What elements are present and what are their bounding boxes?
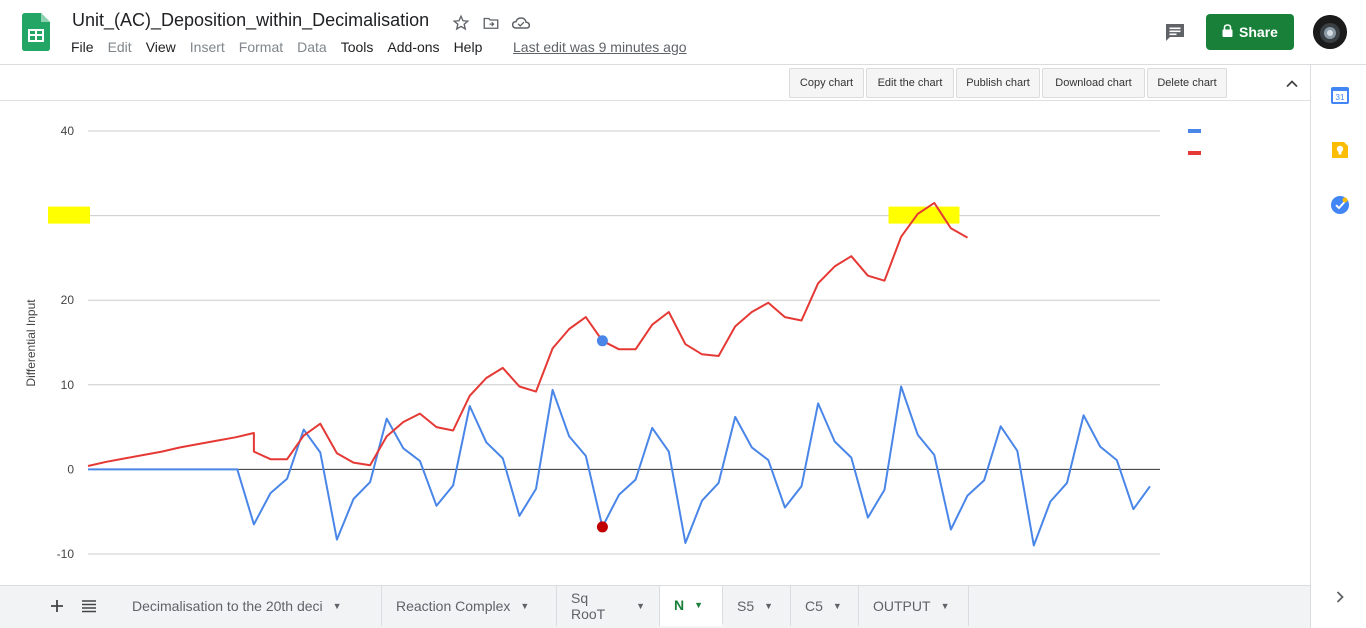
menu-bar: File Edit View Insert Format Data Tools … bbox=[71, 39, 496, 55]
dropdown-arrow-icon[interactable]: ▼ bbox=[520, 601, 529, 611]
comments-icon[interactable] bbox=[1163, 20, 1187, 44]
sheet-tab-label: S5 bbox=[737, 598, 755, 614]
sheet-tab-label: Decimalisation to the 20th deci bbox=[132, 598, 323, 614]
menu-help[interactable]: Help bbox=[454, 39, 483, 55]
menu-file[interactable]: File bbox=[71, 39, 94, 55]
chart-toolbar: Copy chart Edit the chart Publish chart … bbox=[0, 65, 1310, 101]
data-point-marker[interactable] bbox=[596, 335, 608, 347]
y-axis-label: Differential Input bbox=[24, 299, 38, 387]
calendar-icon[interactable]: 31 bbox=[1330, 85, 1350, 105]
menu-format[interactable]: Format bbox=[239, 39, 283, 55]
lock-icon bbox=[1222, 24, 1233, 40]
sheet-tab[interactable]: S5 ▼ bbox=[723, 586, 791, 626]
tick-highlight bbox=[48, 206, 90, 224]
legend-swatch bbox=[1188, 129, 1201, 133]
dropdown-arrow-icon[interactable]: ▼ bbox=[333, 601, 342, 611]
app-header: Unit_(AC)_Deposition_within_Decimalisati… bbox=[0, 0, 1366, 65]
blue-series-line[interactable] bbox=[88, 385, 1151, 547]
dropdown-arrow-icon[interactable]: ▼ bbox=[833, 601, 842, 611]
y-tick-label: -10 bbox=[57, 547, 75, 561]
menu-insert[interactable]: Insert bbox=[190, 39, 225, 55]
last-edit-link[interactable]: Last edit was 9 minutes ago bbox=[513, 39, 687, 55]
menu-add-ons[interactable]: Add-ons bbox=[387, 39, 439, 55]
avatar[interactable] bbox=[1313, 15, 1347, 49]
dropdown-arrow-icon[interactable]: ▼ bbox=[636, 601, 645, 611]
sheet-tab-label: Sq RooT bbox=[571, 590, 606, 622]
edit-chart-button[interactable]: Edit the chart bbox=[866, 68, 954, 98]
sheet-tab[interactable]: Reaction Complex ▼ bbox=[382, 586, 557, 626]
sheet-tab[interactable]: OUTPUT ▼ bbox=[859, 586, 969, 626]
y-tick-label: 10 bbox=[61, 378, 75, 392]
chevron-right-icon[interactable] bbox=[1330, 587, 1350, 607]
sheet-tab-label: Reaction Complex bbox=[396, 598, 511, 614]
side-panel: 31 bbox=[1310, 65, 1366, 628]
copy-chart-button[interactable]: Copy chart bbox=[789, 68, 864, 98]
share-label: Share bbox=[1239, 24, 1278, 40]
legend-swatch bbox=[1188, 151, 1201, 155]
keep-icon[interactable] bbox=[1330, 140, 1350, 160]
dropdown-arrow-icon[interactable]: ▼ bbox=[764, 601, 773, 611]
dropdown-arrow-icon[interactable]: ▼ bbox=[694, 600, 703, 610]
publish-chart-button[interactable]: Publish chart bbox=[956, 68, 1040, 98]
delete-chart-button[interactable]: Delete chart bbox=[1147, 68, 1227, 98]
sheet-tab[interactable]: Decimalisation to the 20th deci ▼ bbox=[118, 586, 382, 626]
sheet-tab-bar: Decimalisation to the 20th deci ▼ Reaction… bbox=[0, 585, 1310, 628]
menu-edit[interactable]: Edit bbox=[108, 39, 132, 55]
sheet-tab-label: OUTPUT bbox=[873, 598, 931, 614]
chevron-up-icon[interactable] bbox=[1283, 75, 1301, 93]
menu-data[interactable]: Data bbox=[297, 39, 327, 55]
plus-icon[interactable] bbox=[47, 596, 67, 616]
share-button[interactable]: Share bbox=[1206, 14, 1294, 50]
sheet-tab-label: C5 bbox=[805, 598, 823, 614]
sheets-logo-icon[interactable] bbox=[22, 13, 50, 51]
svg-text:31: 31 bbox=[1336, 93, 1345, 102]
y-tick-label: 0 bbox=[67, 462, 74, 476]
sheet-tab[interactable]: Sq RooT ▼ bbox=[557, 586, 660, 626]
menu-view[interactable]: View bbox=[146, 39, 176, 55]
y-tick-label: 40 bbox=[61, 124, 75, 138]
download-chart-button[interactable]: Download chart bbox=[1042, 68, 1145, 98]
line-chart[interactable]: 403020100-10 Differential Input bbox=[0, 101, 1310, 585]
document-title[interactable]: Unit_(AC)_Deposition_within_Decimalisati… bbox=[72, 10, 429, 31]
list-icon[interactable] bbox=[79, 596, 99, 616]
y-tick-label: 20 bbox=[61, 293, 75, 307]
red-series-line[interactable] bbox=[87, 201, 968, 467]
sheet-tab[interactable]: N ▼ bbox=[660, 586, 723, 626]
star-icon[interactable] bbox=[450, 12, 472, 34]
cloud-status-icon[interactable] bbox=[510, 12, 532, 34]
dropdown-arrow-icon[interactable]: ▼ bbox=[941, 601, 950, 611]
sheet-tab-label: N bbox=[674, 596, 685, 613]
menu-tools[interactable]: Tools bbox=[341, 39, 374, 55]
move-to-folder-icon[interactable] bbox=[480, 12, 502, 34]
chart-container[interactable]: 403020100-10 Differential Input bbox=[0, 101, 1310, 585]
data-point-marker[interactable] bbox=[596, 521, 608, 533]
sheet-tab[interactable]: C5 ▼ bbox=[791, 586, 859, 626]
tasks-icon[interactable] bbox=[1330, 195, 1350, 215]
